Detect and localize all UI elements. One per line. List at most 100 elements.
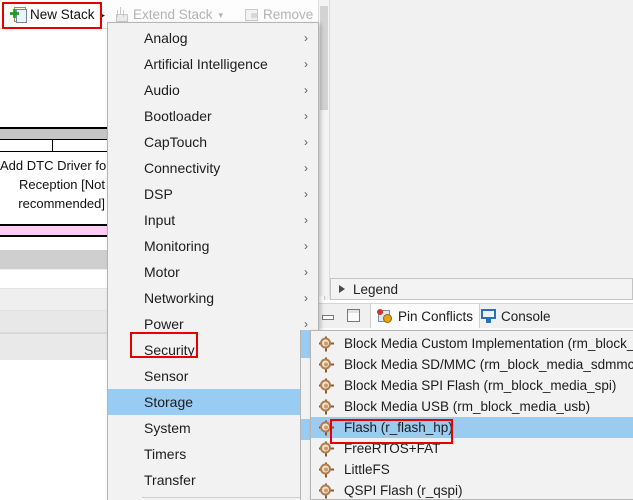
view-tab-bar: Pin Conflicts Console <box>310 303 633 328</box>
menu-item-dsp[interactable]: DSP › <box>108 181 318 207</box>
tab-console[interactable]: Console <box>475 304 557 328</box>
menu-item-analog[interactable]: Analog› <box>108 25 318 51</box>
module-icon <box>319 483 334 498</box>
diagram-canvas-surface <box>325 0 633 300</box>
pin-conflicts-icon <box>377 309 393 324</box>
stack-block-note[interactable]: Add DTC Driver for Reception [Not recomm… <box>0 152 107 224</box>
submenu-item-label: FreeRTOS+FAT <box>344 441 440 456</box>
menu-item-label: Sensor <box>144 368 188 384</box>
remove-icon <box>243 6 259 22</box>
new-stack-menu[interactable]: Analog›Artificial Intelligence›Audio›Boo… <box>107 22 319 500</box>
stack-block-grey-band <box>0 250 107 270</box>
chevron-right-icon: › <box>304 214 308 226</box>
scrollbar-thumb[interactable] <box>320 6 328 110</box>
extend-stack-label: Extend Stack <box>133 7 213 22</box>
submenu-item-flash-r-flash-hp-[interactable]: Flash (r_flash_hp) <box>311 417 633 438</box>
menu-item-label: Connectivity <box>144 160 220 176</box>
maximize-button[interactable] <box>346 309 361 322</box>
menu-item-bootloader[interactable]: Bootloader › <box>108 103 318 129</box>
new-stack-button[interactable]: New Stack ▸ <box>10 4 105 24</box>
module-icon <box>319 336 334 351</box>
menu-item-artificial-intelligence[interactable]: Artificial Intelligence › <box>108 51 318 77</box>
stack-block-header <box>0 127 107 140</box>
submenu-item-qspi-flash-r-qspi-[interactable]: QSPI Flash (r_qspi) <box>311 480 633 500</box>
menu-item-power[interactable]: Power› <box>108 311 318 337</box>
menu-item-label: Input <box>144 212 175 228</box>
chevron-right-icon: › <box>304 110 308 122</box>
new-stack-icon <box>10 6 26 22</box>
menu-item-captouch[interactable]: CapTouch › <box>108 129 318 155</box>
submenu-item-block-media-custom-implementation-rm-blo[interactable]: Block Media Custom Implementation (rm_bl… <box>311 333 633 354</box>
menu-item-label: Transfer <box>144 472 196 488</box>
menu-item-label: Security <box>144 342 195 358</box>
submenu-item-label: Block Media SPI Flash (rm_block_media_sp… <box>344 378 616 393</box>
stack-note-line-1: Add DTC Driver for <box>0 156 105 175</box>
tab-pin-conflicts[interactable]: Pin Conflicts <box>370 304 480 328</box>
stack-block-columns <box>0 140 107 152</box>
menu-item-label: Networking <box>144 290 214 306</box>
chevron-right-icon: › <box>304 136 308 148</box>
menu-item-label: Bootloader <box>144 108 212 124</box>
remove-label: Remove <box>263 7 313 22</box>
menu-item-security[interactable]: Security› <box>108 337 318 363</box>
stack-block-divider <box>52 140 53 152</box>
chevron-right-icon: › <box>304 84 308 96</box>
menu-item-audio[interactable]: Audio› <box>108 77 318 103</box>
legend-label: Legend <box>353 282 398 297</box>
menu-separator <box>142 497 312 498</box>
chevron-right-icon: › <box>304 188 308 200</box>
module-icon <box>319 378 334 393</box>
menu-item-label: Timers <box>144 446 186 462</box>
menu-item-connectivity[interactable]: Connectivity › <box>108 155 318 181</box>
chevron-right-icon: › <box>304 58 308 70</box>
chevron-right-icon: › <box>304 292 308 304</box>
menu-item-label: CapTouch <box>144 134 207 150</box>
chevron-right-icon: › <box>304 318 308 330</box>
menu-item-system[interactable]: System› <box>108 415 318 441</box>
submenu-item-label: Block Media SD/MMC (rm_block_media_sdmmc… <box>344 357 633 372</box>
chevron-right-icon: ▸ <box>101 11 106 20</box>
storage-submenu[interactable]: Block Media Custom Implementation (rm_bl… <box>310 330 633 500</box>
tab-console-label: Console <box>501 309 551 324</box>
submenu-item-label: QSPI Flash (r_qspi) <box>344 483 463 498</box>
stack-row-d <box>0 333 107 360</box>
stack-note-line-2: Reception [Not <box>0 175 105 194</box>
menu-item-transfer[interactable]: Transfer› <box>108 467 318 493</box>
submenu-item-label: Flash (r_flash_hp) <box>344 420 453 435</box>
menu-item-input[interactable]: Input › <box>108 207 318 233</box>
extend-stack-button[interactable]: Extend Stack ▾ <box>113 4 223 24</box>
menu-item-label: Storage <box>144 394 193 410</box>
menu-item-label: DSP <box>144 186 173 202</box>
stack-block-pink <box>0 224 107 237</box>
tab-pin-conflicts-label: Pin Conflicts <box>398 309 473 324</box>
stack-row-a <box>0 271 107 289</box>
menu-item-monitoring[interactable]: Monitoring› <box>108 233 318 259</box>
stack-row-c <box>0 311 107 333</box>
remove-button[interactable]: Remove <box>243 4 313 24</box>
submenu-item-label: LittleFS <box>344 462 390 477</box>
submenu-item-littlefs[interactable]: LittleFS <box>311 459 633 480</box>
chevron-right-icon: › <box>304 32 308 44</box>
chevron-right-icon: › <box>304 240 308 252</box>
minimize-button[interactable] <box>320 309 335 322</box>
submenu-item-label: Block Media USB (rm_block_media_usb) <box>344 399 590 414</box>
chevron-down-icon: ▾ <box>219 11 224 20</box>
submenu-item-label: Block Media Custom Implementation (rm_bl… <box>344 336 633 351</box>
legend-section[interactable]: Legend <box>330 278 633 300</box>
chevron-right-icon: › <box>304 162 308 174</box>
stack-row-b <box>0 289 107 311</box>
menu-item-label: Motor <box>144 264 180 280</box>
menu-item-motor[interactable]: Motor› <box>108 259 318 285</box>
module-icon <box>319 441 334 456</box>
submenu-item-block-media-usb-rm-block-media-usb-[interactable]: Block Media USB (rm_block_media_usb) <box>311 396 633 417</box>
menu-item-storage[interactable]: Storage› <box>108 389 318 415</box>
menu-item-label: Artificial Intelligence <box>144 56 268 72</box>
submenu-item-freertos-fat[interactable]: FreeRTOS+FAT <box>311 438 633 459</box>
submenu-item-block-media-sd-mmc-rm-block-media-sdmmc-[interactable]: Block Media SD/MMC (rm_block_media_sdmmc… <box>311 354 633 375</box>
menu-item-timers[interactable]: Timers› <box>108 441 318 467</box>
menu-item-networking[interactable]: Networking › <box>108 285 318 311</box>
diagram-vertical-scrollbar[interactable] <box>318 0 330 296</box>
new-stack-label: New Stack <box>30 7 95 22</box>
menu-item-sensor[interactable]: Sensor› <box>108 363 318 389</box>
submenu-item-block-media-spi-flash-rm-block-media-spi[interactable]: Block Media SPI Flash (rm_block_media_sp… <box>311 375 633 396</box>
